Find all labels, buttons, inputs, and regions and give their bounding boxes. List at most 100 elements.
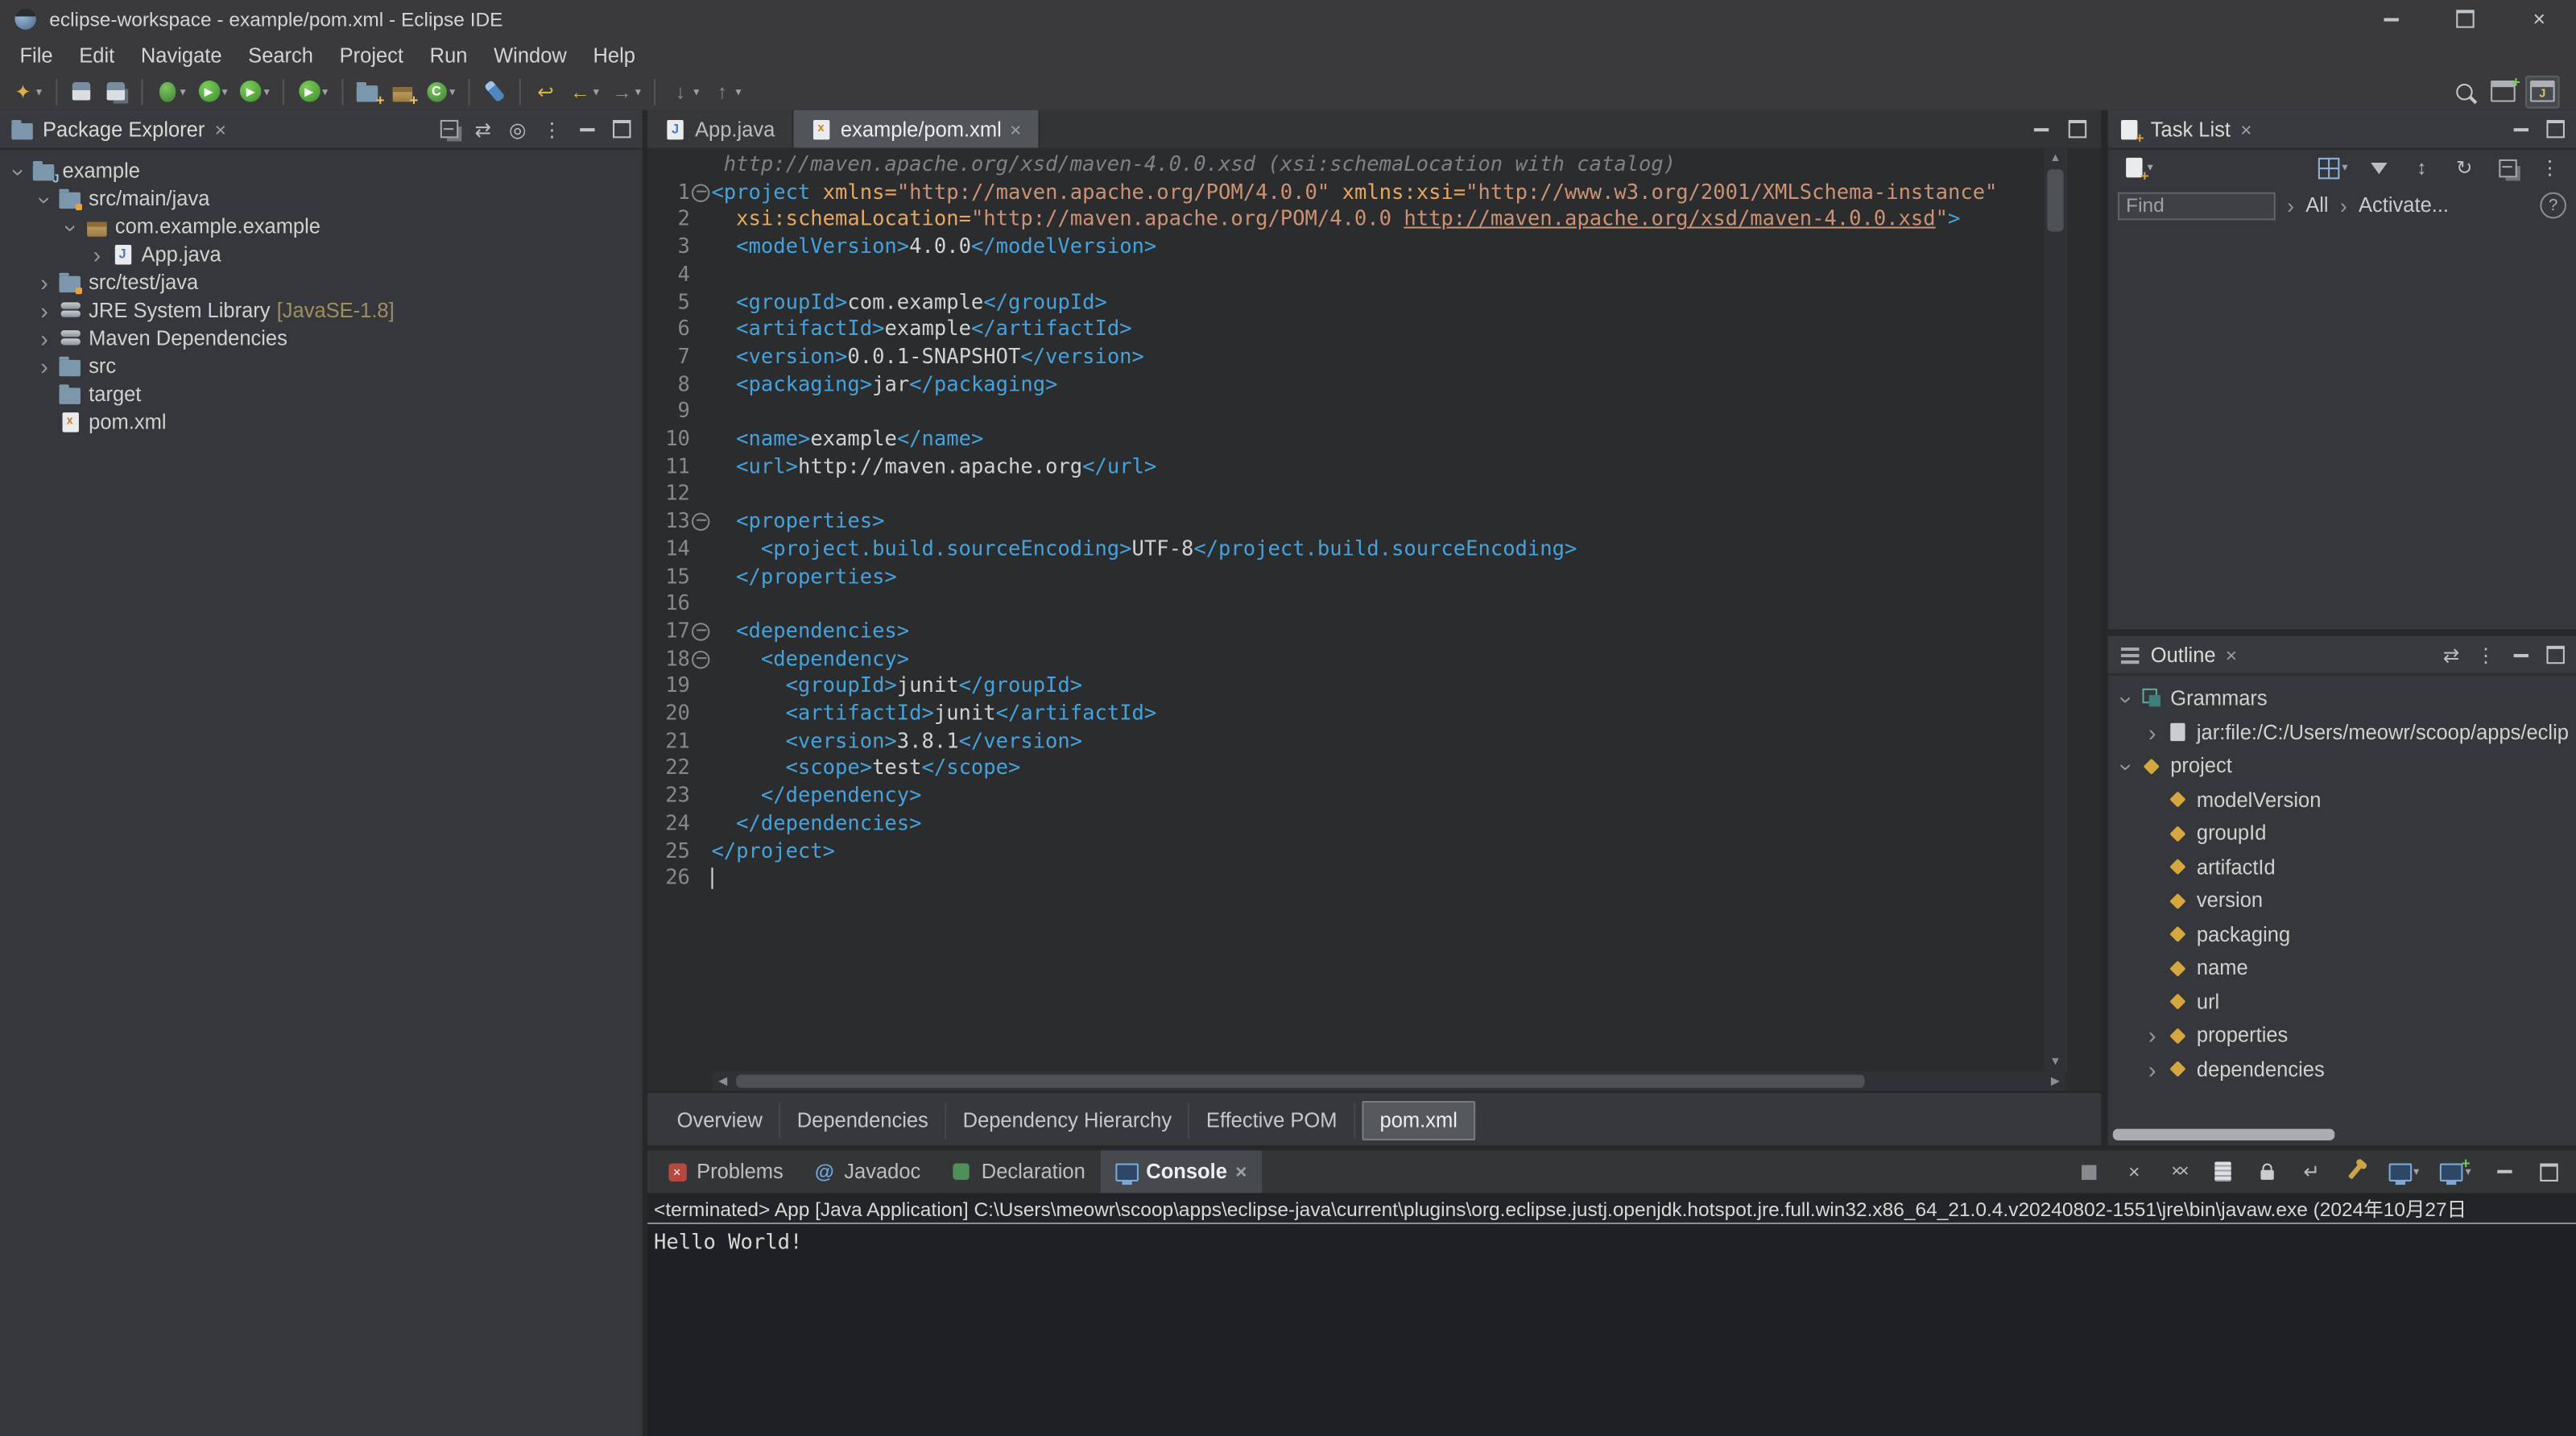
collapse-all-icon[interactable]: [437, 118, 461, 141]
quick-search-button[interactable]: [2448, 75, 2481, 108]
scroll-down-arrow[interactable]: ▼: [2044, 1052, 2067, 1071]
tree-item-maven-dependencies[interactable]: › Maven Dependencies: [0, 324, 643, 352]
tree-item-groupid[interactable]: groupId: [2108, 817, 2576, 850]
tree-item-modelversion[interactable]: modelVersion: [2108, 783, 2576, 817]
fold-marker-icon[interactable]: [691, 649, 710, 668]
minimize-icon[interactable]: [2029, 118, 2053, 141]
maximize-icon[interactable]: [2543, 118, 2566, 141]
code-line-13[interactable]: 13 <properties>: [647, 508, 2044, 536]
back-button[interactable]: ← ▾: [564, 75, 604, 108]
fold-marker-icon[interactable]: [691, 622, 710, 641]
tree-item-target[interactable]: target: [0, 379, 643, 408]
filter-button[interactable]: [2363, 151, 2396, 184]
fold-marker-icon[interactable]: [691, 183, 710, 202]
code-line-7[interactable]: 7 <version>0.0.1-SNAPSHOT</version>: [647, 343, 2044, 370]
code-line-21[interactable]: 21 <version>3.8.1</version>: [647, 727, 2044, 755]
code-line-14[interactable]: 14 <project.build.sourceEncoding>UTF-8</…: [647, 536, 2044, 563]
open-perspective-button[interactable]: +: [2486, 74, 2520, 108]
outline-scroll-thumb[interactable]: [2112, 1128, 2335, 1140]
console-tab-problems[interactable]: × Problems: [651, 1150, 798, 1193]
tree-item-jar-file-c-users-meowr-scoop-apps-eclip[interactable]: › jar:file:/C:/Users/meowr/scoop/apps/ecl…: [2108, 716, 2576, 750]
tree-item-app-java[interactable]: › J App.java: [0, 240, 643, 268]
close-view-icon[interactable]: ×: [2240, 118, 2251, 141]
vertical-scrollbar[interactable]: ▲ ▼: [2044, 147, 2067, 1072]
tree-item-project[interactable]: › project: [2108, 749, 2576, 783]
code-line-26[interactable]: 26: [647, 865, 2044, 892]
menu-project[interactable]: Project: [326, 40, 416, 70]
new-wizard-button[interactable]: ✦ ▾: [6, 75, 47, 108]
collapse-arrow-icon[interactable]: ›: [32, 187, 59, 210]
pom-tab-overview[interactable]: Overview: [660, 1102, 781, 1138]
scroll-lock-button[interactable]: [2251, 1155, 2284, 1188]
tree-item-artifactid[interactable]: artifactId: [2108, 850, 2576, 884]
scroll-up-arrow[interactable]: ▲: [2044, 148, 2067, 168]
maximize-button[interactable]: [2532, 1155, 2565, 1188]
search-button[interactable]: [478, 75, 511, 108]
synchronize-button[interactable]: ↻: [2448, 151, 2481, 184]
code-line-1[interactable]: 1 <project xmlns="http://maven.apache.org…: [647, 179, 2044, 206]
close-tab-icon[interactable]: ×: [1010, 118, 1021, 141]
remove-launch-button[interactable]: ×: [2118, 1155, 2151, 1188]
previous-annotation-button[interactable]: ↑ ▾: [706, 75, 746, 108]
tree-item-src[interactable]: › src: [0, 352, 643, 380]
code-line-4[interactable]: 4: [647, 261, 2044, 288]
code-line-25[interactable]: 25 </project>: [647, 838, 2044, 865]
run-button[interactable]: ▶ ▾: [192, 75, 233, 108]
categorized-button[interactable]: ▾: [2313, 151, 2353, 184]
collapse-all-button[interactable]: [2491, 151, 2524, 184]
expand-arrow-icon[interactable]: ›: [2141, 1024, 2165, 1048]
minimize-icon[interactable]: [575, 118, 598, 141]
console-tab-javadoc[interactable]: @ Javadoc: [798, 1150, 935, 1193]
code-line-11[interactable]: 11 <url>http://maven.apache.org</url>: [647, 453, 2044, 481]
new-java-class-button[interactable]: C ▾: [420, 75, 460, 108]
next-annotation-button[interactable]: ↓ ▾: [664, 75, 705, 108]
window-close-button[interactable]: ×: [2502, 0, 2576, 38]
minimize-icon[interactable]: [2509, 644, 2533, 667]
collapse-arrow-icon[interactable]: ›: [2114, 755, 2140, 778]
close-view-icon[interactable]: ×: [215, 118, 226, 141]
remove-all-launches-button[interactable]: ××: [2162, 1155, 2195, 1188]
tree-item-src-test-java[interactable]: › src/test/java: [0, 268, 643, 296]
scroll-right-arrow[interactable]: ▶: [2045, 1074, 2065, 1087]
tree-item-properties[interactable]: › properties: [2108, 1019, 2576, 1053]
new-java-package-button[interactable]: +: [386, 75, 418, 108]
coverage-button[interactable]: ▶ ▾: [292, 75, 333, 108]
pin-console-button[interactable]: [2339, 1155, 2372, 1188]
menu-file[interactable]: File: [6, 40, 66, 70]
menu-edit[interactable]: Edit: [66, 40, 128, 70]
editor-tab-example-pom-xml[interactable]: x example/pom.xml ×: [792, 110, 1040, 148]
outline-horizontal-scrollbar[interactable]: [2108, 1124, 2576, 1146]
tree-item-dependencies[interactable]: › dependencies: [2108, 1053, 2576, 1086]
save-button[interactable]: [65, 75, 98, 108]
code-line-10[interactable]: 10 <name>example</name>: [647, 426, 2044, 453]
forward-button[interactable]: → ▾: [606, 75, 646, 108]
pom-tab-dependencies[interactable]: Dependencies: [780, 1102, 947, 1138]
editor-tab-app-java[interactable]: J App.java: [647, 110, 793, 148]
expand-arrow-icon[interactable]: ›: [2141, 1057, 2165, 1081]
pom-tab-dependency-hierarchy[interactable]: Dependency Hierarchy: [946, 1102, 1190, 1138]
code-line-3[interactable]: 3 <modelVersion>4.0.0</modelVersion>: [647, 234, 2044, 261]
java-perspective-button[interactable]: J: [2524, 74, 2560, 108]
editor-body[interactable]: http://maven.apache.org/xsd/maven-4.0.0.…: [647, 147, 2102, 1072]
console-tab-declaration[interactable]: Declaration: [936, 1150, 1101, 1193]
tree-item-version[interactable]: version: [2108, 884, 2576, 918]
menu-navigate[interactable]: Navigate: [128, 40, 235, 70]
tree-item-jre-system-library[interactable]: › JRE System Library [JavaSE-1.8]: [0, 296, 643, 324]
menu-run[interactable]: Run: [416, 40, 480, 70]
horizontal-scroll-track[interactable]: [733, 1071, 2045, 1090]
maximize-icon[interactable]: [2065, 118, 2089, 141]
vertical-scroll-thumb[interactable]: [2047, 169, 2064, 232]
save-all-button[interactable]: [99, 75, 132, 108]
scope-all-button[interactable]: All: [2305, 194, 2328, 217]
collapse-arrow-icon[interactable]: ›: [58, 214, 85, 238]
fold-marker-icon[interactable]: [691, 512, 710, 531]
code-line-2[interactable]: 2 xsi:schemaLocation="http://maven.apach…: [647, 206, 2044, 234]
activate-button[interactable]: Activate...: [2359, 194, 2449, 217]
console-output[interactable]: Hello World!: [647, 1224, 2576, 1259]
code-line-18[interactable]: 18 <dependency>: [647, 645, 2044, 672]
code-line-23[interactable]: 23 </dependency>: [647, 783, 2044, 810]
link-with-editor-icon[interactable]: ⇄: [472, 118, 495, 141]
scroll-left-arrow[interactable]: ◀: [713, 1074, 732, 1087]
view-menu-icon[interactable]: ⋮: [540, 118, 564, 141]
code-line-8[interactable]: 8 <packaging>jar</packaging>: [647, 370, 2044, 398]
